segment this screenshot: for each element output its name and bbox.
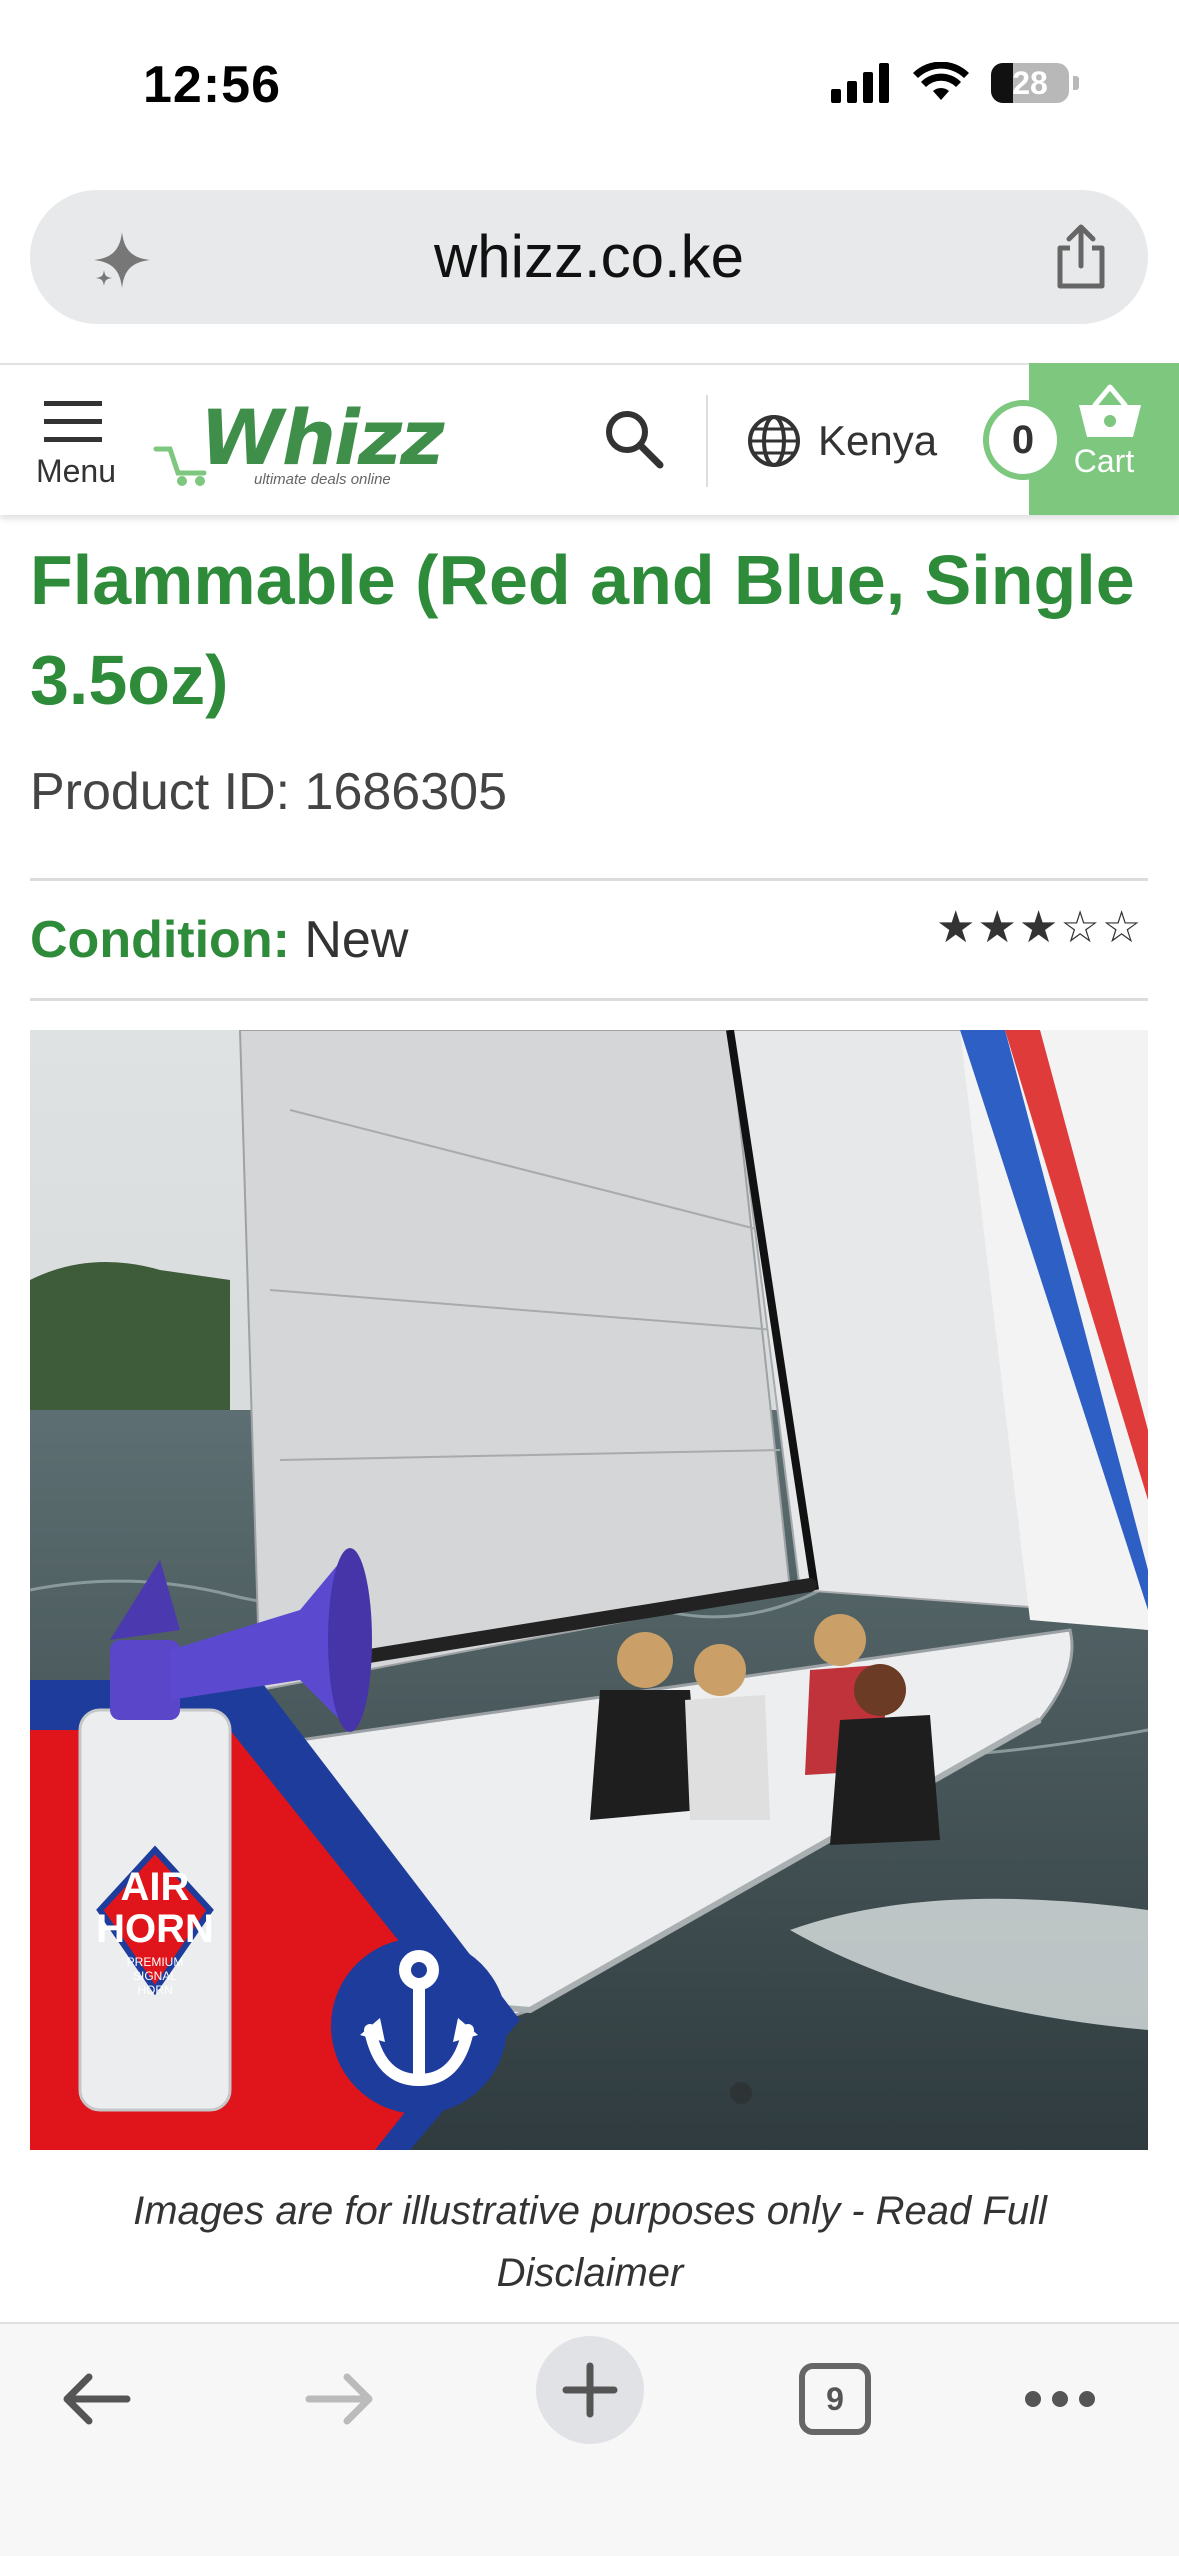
product-image[interactable]: AIR HORN PREMIUM SIGNAL HORN <box>30 1030 1148 2150</box>
search-icon[interactable] <box>600 405 668 473</box>
cart-icon <box>1079 384 1141 437</box>
status-icons: 28 <box>831 62 1079 104</box>
forward-icon <box>305 2373 373 2425</box>
logo-text: Whizz <box>200 393 444 482</box>
battery-level: 28 <box>1012 64 1048 101</box>
url-text[interactable]: whizz.co.ke <box>30 190 1148 324</box>
divider <box>30 998 1148 1001</box>
horn-sub-line1: PREMIUM <box>127 1955 184 1969</box>
tabs-button[interactable]: 9 <box>790 2354 880 2444</box>
new-tab-button[interactable] <box>536 2336 644 2444</box>
battery-nub <box>1073 76 1079 90</box>
header-divider <box>706 395 708 487</box>
status-bar: 12:56 28 <box>0 0 1179 170</box>
battery-icon: 28 <box>991 63 1069 103</box>
star-filled-icon: ★ <box>1018 903 1059 952</box>
signal-icon <box>831 63 889 103</box>
star-filled-icon: ★ <box>936 903 976 952</box>
star-empty-icon: ☆ <box>1101 903 1142 952</box>
product-id: Product ID: 1686305 <box>30 763 507 821</box>
condition-label: Condition: <box>30 911 290 969</box>
star-empty-icon: ☆ <box>1060 903 1100 952</box>
browser-toolbar: 9 <box>0 2322 1179 2556</box>
wifi-icon <box>913 62 969 100</box>
back-button[interactable] <box>50 2354 140 2444</box>
menu-icon <box>44 401 102 442</box>
site-logo[interactable]: Whizz ultimate deals online <box>152 393 444 493</box>
product-photo: AIR HORN PREMIUM SIGNAL HORN <box>30 1030 1148 2150</box>
image-disclaimer[interactable]: Images are for illustrative purposes onl… <box>60 2180 1120 2304</box>
globe-icon <box>748 415 800 467</box>
more-icon <box>1025 2391 1095 2407</box>
horn-sub-line2: SIGNAL <box>133 1969 177 1983</box>
plus-icon <box>562 2362 618 2418</box>
back-icon <box>63 2373 131 2425</box>
star-rating[interactable]: ★ ★ ★ ☆ ☆ <box>936 902 1141 953</box>
site-header: Menu Whizz ultimate deals online Kenya C… <box>0 363 1179 515</box>
carousel-dot[interactable] <box>730 2082 752 2104</box>
logo-tagline: ultimate deals online <box>254 471 391 488</box>
country-label: Kenya <box>818 417 938 464</box>
tab-count: 9 <box>826 2380 844 2417</box>
menu-button[interactable]: Menu <box>26 395 126 505</box>
cart-count-badge[interactable]: 0 <box>983 400 1063 480</box>
horn-label-line1: AIR <box>121 1865 190 1909</box>
tabs-icon: 9 <box>799 2363 871 2435</box>
menu-label: Menu <box>35 453 117 489</box>
share-icon[interactable] <box>1050 224 1112 290</box>
address-bar[interactable]: whizz.co.ke <box>30 190 1148 324</box>
divider <box>30 878 1148 881</box>
product-condition: Condition: New <box>30 910 408 970</box>
status-time: 12:56 <box>143 56 281 114</box>
horn-label-line2: HORN <box>96 1907 214 1951</box>
star-filled-icon: ★ <box>977 903 1017 952</box>
condition-value: New <box>304 911 409 969</box>
horn-sub-line3: HORN <box>137 1983 172 1997</box>
carousel-dots[interactable] <box>730 2082 752 2104</box>
forward-button[interactable] <box>296 2354 386 2444</box>
country-selector[interactable]: Kenya <box>746 409 937 473</box>
more-button[interactable] <box>1020 2354 1100 2444</box>
product-title: Flammable (Red and Blue, Single 3.5oz) <box>30 541 1135 719</box>
